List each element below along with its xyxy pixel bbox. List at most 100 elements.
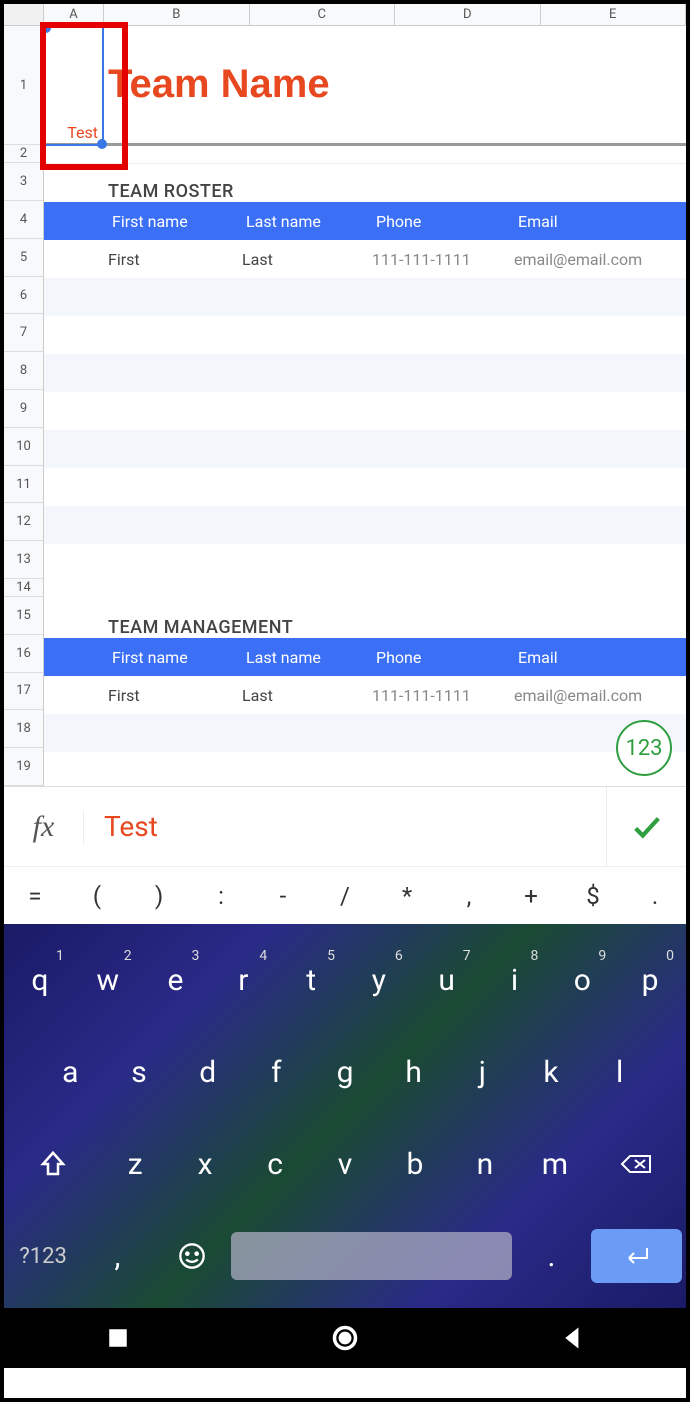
symbols-toggle-key[interactable]: ?123 [8,1220,78,1292]
column-header[interactable]: B [104,4,250,25]
row-header[interactable]: 11 [4,466,43,504]
row-header[interactable]: 17 [4,673,43,711]
letter-key[interactable]: j [450,1036,515,1108]
letter-key[interactable]: d [175,1036,240,1108]
symbol-key[interactable]: / [314,882,376,910]
fx-icon[interactable]: fx [4,810,84,844]
emoji-key[interactable] [157,1220,227,1292]
col-phone: Phone [372,648,514,667]
column-header[interactable]: A [44,4,104,25]
backspace-key[interactable] [592,1128,682,1200]
row-header[interactable]: 12 [4,503,43,541]
space-key[interactable] [231,1232,512,1280]
back-icon[interactable] [558,1324,586,1352]
selection-handle-icon[interactable] [41,23,51,33]
selection-handle-icon[interactable] [97,139,107,149]
letter-key[interactable]: n [452,1128,518,1200]
letter-key[interactable]: v [312,1128,378,1200]
table-row[interactable] [44,316,686,354]
table-row[interactable] [44,506,686,544]
row-header[interactable]: 8 [4,352,43,390]
letter-key[interactable]: w2 [76,944,140,1016]
numeric-keyboard-button[interactable]: 123 [616,720,672,776]
symbol-key[interactable]: * [376,882,438,910]
letter-key[interactable]: p0 [618,944,682,1016]
letter-key[interactable]: t5 [279,944,343,1016]
column-header[interactable]: E [541,4,687,25]
comma-key[interactable]: , [82,1220,152,1292]
row-2[interactable] [44,146,686,164]
letter-key[interactable]: g [313,1036,378,1108]
period-key[interactable]: . [516,1220,586,1292]
symbol-key[interactable]: = [4,882,66,910]
letter-key[interactable]: a [38,1036,103,1108]
row-header[interactable]: 18 [4,710,43,748]
symbol-key[interactable]: : [190,882,252,910]
row-header[interactable]: 15 [4,597,43,635]
letter-key[interactable]: b [382,1128,448,1200]
table-row[interactable] [44,752,686,790]
table-row[interactable]: First Last 111-111-1111 email@email.com [44,240,686,278]
row-header[interactable]: 13 [4,541,43,579]
spreadsheet-grid[interactable]: Test Team Name TEAM ROSTER First name La… [44,26,686,786]
symbol-key[interactable]: $ [562,882,624,910]
row-header[interactable]: 16 [4,635,43,673]
table-row[interactable] [44,278,686,316]
symbol-key[interactable]: + [500,882,562,910]
letter-key[interactable]: u7 [415,944,479,1016]
letter-key[interactable]: z [102,1128,168,1200]
row-header[interactable]: 3 [4,163,43,201]
table-row[interactable] [44,544,686,582]
symbol-key[interactable]: - [252,882,314,910]
letter-key[interactable]: o9 [550,944,614,1016]
symbol-key[interactable]: , [438,882,500,910]
letter-key[interactable]: y6 [347,944,411,1016]
letter-key[interactable]: h [381,1036,446,1108]
confirm-button[interactable] [606,787,686,866]
row-14[interactable] [44,582,686,600]
recents-icon[interactable] [104,1324,132,1352]
letter-key[interactable]: e3 [144,944,208,1016]
column-header[interactable]: C [250,4,396,25]
shift-key[interactable] [8,1128,98,1200]
symbol-key[interactable]: . [624,882,686,910]
letter-key[interactable]: i8 [483,944,547,1016]
row-header[interactable]: 6 [4,277,43,315]
row-header[interactable]: 14 [4,579,43,597]
home-icon[interactable] [331,1324,359,1352]
letter-key[interactable]: q1 [8,944,72,1016]
table-row[interactable] [44,430,686,468]
row-header[interactable]: 2 [4,145,43,163]
table-row[interactable]: First Last 111-111-1111 email@email.com [44,676,686,714]
letter-key[interactable]: l [587,1036,652,1108]
symbol-key[interactable]: ) [128,882,190,910]
letter-key[interactable]: m [522,1128,588,1200]
row-header[interactable]: 7 [4,314,43,352]
table-row[interactable] [44,468,686,506]
formula-input[interactable] [84,810,606,843]
row-1[interactable]: Test Team Name [44,26,686,146]
select-all-corner[interactable] [4,4,44,25]
row-header[interactable]: 19 [4,748,43,786]
col-email: Email [514,212,686,231]
row-header[interactable]: 1 [4,26,43,145]
letter-key[interactable]: k [519,1036,584,1108]
column-header[interactable]: D [395,4,541,25]
letter-key[interactable]: s [107,1036,172,1108]
row-header[interactable]: 4 [4,201,43,239]
symbol-key[interactable]: ( [66,882,128,910]
cell-phone: 111-111-1111 [368,250,510,269]
shift-icon [38,1149,68,1179]
letter-key[interactable]: x [172,1128,238,1200]
enter-key[interactable] [591,1229,682,1283]
selected-cell[interactable]: Test [44,26,104,146]
letter-key[interactable]: c [242,1128,308,1200]
table-row[interactable] [44,354,686,392]
table-row[interactable] [44,392,686,430]
row-header[interactable]: 5 [4,239,43,277]
letter-key[interactable]: r4 [211,944,275,1016]
letter-key[interactable]: f [244,1036,309,1108]
row-header[interactable]: 10 [4,428,43,466]
row-header[interactable]: 9 [4,390,43,428]
table-row[interactable] [44,714,686,752]
